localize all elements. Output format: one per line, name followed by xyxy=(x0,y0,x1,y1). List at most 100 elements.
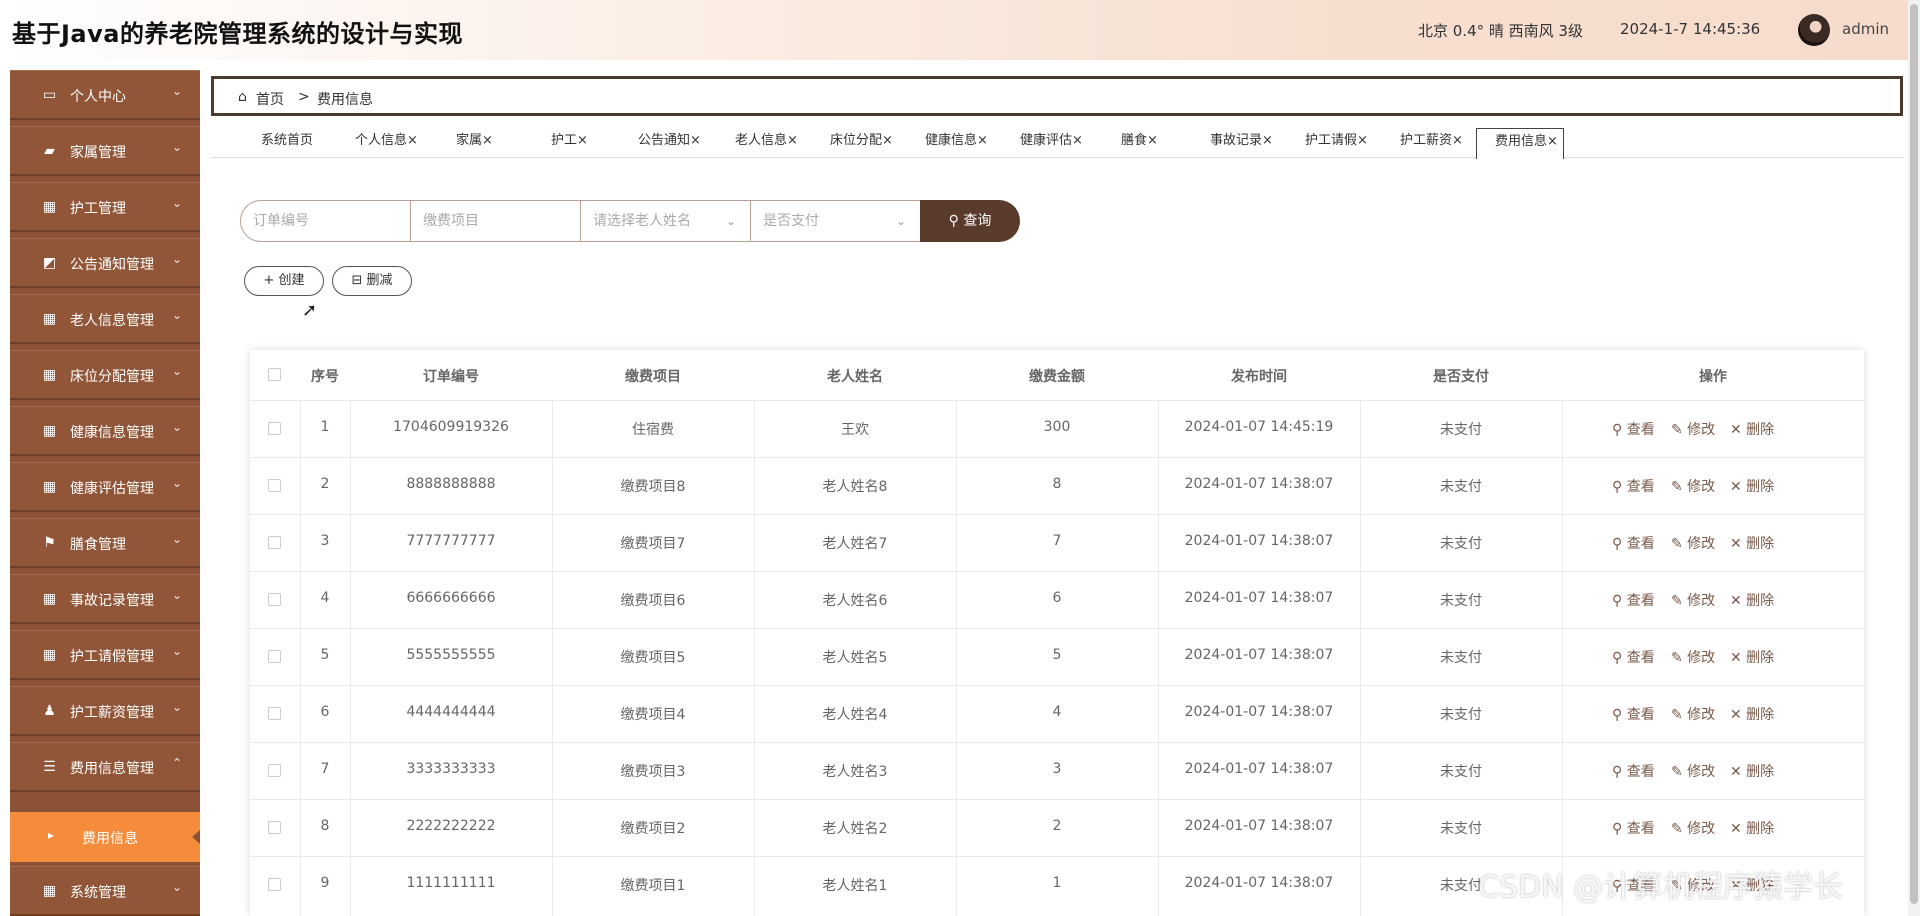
tab-health-assessment[interactable]: 健康评估× xyxy=(1020,128,1083,158)
user-name[interactable]: admin xyxy=(1842,20,1889,38)
elder-name-placeholder: 请选择老人姓名 xyxy=(593,213,691,229)
view-button[interactable]: ⚲ 查看 xyxy=(1612,704,1655,724)
sidebar-item-health-info[interactable]: ▦ 健康信息管理 ⌄ xyxy=(10,406,200,456)
chevron-down-icon: ⌄ xyxy=(725,214,736,228)
tab-personal-info[interactable]: 个人信息× xyxy=(355,128,418,158)
cell-elder-name: 王欢 xyxy=(841,422,869,438)
avatar[interactable] xyxy=(1798,14,1830,46)
edit-button[interactable]: ✎ 修改 xyxy=(1671,761,1715,781)
tab-home[interactable]: 系统首页 xyxy=(261,128,313,158)
tab-meals[interactable]: 膳食× xyxy=(1121,128,1158,158)
cell-payment-item: 缴费项目1 xyxy=(620,878,686,894)
cell-index: 5 xyxy=(320,647,330,663)
delete-button[interactable]: ✕ 删除 xyxy=(1730,590,1774,610)
tab-bed-allocation[interactable]: 床位分配× xyxy=(830,128,893,158)
edit-button[interactable]: ✎ 修改 xyxy=(1671,476,1715,496)
cell-order-number: 6666666666 xyxy=(406,590,496,606)
tab-family[interactable]: 家属× xyxy=(456,128,493,158)
delete-button[interactable]: ✕ 删除 xyxy=(1730,533,1774,553)
edit-button[interactable]: ✎ 修改 xyxy=(1671,647,1715,667)
row-checkbox[interactable] xyxy=(268,764,281,777)
sidebar-subitem-fee-info[interactable]: ▸ 费用信息 xyxy=(10,812,200,862)
delete-button[interactable]: ✕ 删除 xyxy=(1730,476,1774,496)
tab-caregiver-salary[interactable]: 护工薪资× xyxy=(1400,128,1463,158)
delete-button[interactable]: ✕ 删除 xyxy=(1730,704,1774,724)
delete-batch-button[interactable]: ⊟ 删减 xyxy=(332,266,412,296)
delete-button[interactable]: ✕ 删除 xyxy=(1730,818,1774,838)
sidebar-item-system[interactable]: ▦ 系统管理 ⌄ xyxy=(10,866,200,916)
view-button[interactable]: ⚲ 查看 xyxy=(1612,818,1655,838)
tab-health-info[interactable]: 健康信息× xyxy=(925,128,988,158)
sidebar-item-family[interactable]: ▰ 家属管理 ⌄ xyxy=(10,126,200,176)
cell-paid: 未支付 xyxy=(1440,821,1482,837)
sidebar-item-bed-allocation[interactable]: ▦ 床位分配管理 ⌄ xyxy=(10,350,200,400)
breadcrumb-home[interactable]: 首页 xyxy=(256,89,284,109)
sidebar-item-health-assessment[interactable]: ▦ 健康评估管理 ⌄ xyxy=(10,462,200,512)
cell-payment-item: 缴费项目2 xyxy=(620,821,686,837)
delete-button[interactable]: ✕ 删除 xyxy=(1730,647,1774,667)
view-button[interactable]: ⚲ 查看 xyxy=(1612,647,1655,667)
create-button[interactable]: + 创建 xyxy=(244,266,324,296)
fee-table: 序号 订单编号 缴费项目 老人姓名 缴费金额 发布时间 是否支付 操作 1 170… xyxy=(250,350,1864,916)
view-button[interactable]: ⚲ 查看 xyxy=(1612,419,1655,439)
select-all-checkbox[interactable] xyxy=(268,368,281,381)
page-scrollbar[interactable] xyxy=(1908,0,1920,916)
tab-caregiver-leave[interactable]: 护工请假× xyxy=(1305,128,1368,158)
watermark: CSDN @计算机程序猿学长 xyxy=(1478,870,1844,905)
sidebar-item-fee-management[interactable]: ☰ 费用信息管理 ⌃ xyxy=(10,742,200,792)
cell-order-number: 1704609919326 xyxy=(393,419,509,435)
cell-index: 3 xyxy=(320,533,330,549)
table-row: 6 4444444444 缴费项目4 老人姓名4 4 2024-01-07 14:38:0… xyxy=(250,685,1864,742)
sidebar-item-label: 系统管理 xyxy=(70,885,126,901)
cell-amount: 8 xyxy=(1052,476,1062,492)
cell-paid: 未支付 xyxy=(1440,764,1482,780)
row-checkbox[interactable] xyxy=(268,650,281,663)
chevron-down-icon: ⌄ xyxy=(172,880,183,894)
sidebar-item-personal-center[interactable]: ▭ 个人中心 ⌄ xyxy=(10,70,200,120)
row-checkbox[interactable] xyxy=(268,479,281,492)
scrollbar-thumb[interactable] xyxy=(1910,4,1918,904)
payment-item-input[interactable]: 缴费项目 xyxy=(410,200,581,242)
tab-announcements[interactable]: 公告通知× xyxy=(638,128,701,158)
view-button[interactable]: ⚲ 查看 xyxy=(1612,761,1655,781)
cell-index: 4 xyxy=(320,590,330,606)
view-button[interactable]: ⚲ 查看 xyxy=(1612,476,1655,496)
order-number-input[interactable]: 订单编号 xyxy=(240,200,411,242)
sidebar-item-announcements[interactable]: ◩ 公告通知管理 ⌄ xyxy=(10,238,200,288)
sidebar-item-caregiver[interactable]: ▦ 护工管理 ⌄ xyxy=(10,182,200,232)
cell-order-number: 7777777777 xyxy=(406,533,496,549)
home-icon[interactable]: ⌂ xyxy=(238,89,247,105)
edit-button[interactable]: ✎ 修改 xyxy=(1671,590,1715,610)
tab-caregiver[interactable]: 护工× xyxy=(551,128,588,158)
cell-elder-name: 老人姓名8 xyxy=(822,479,888,495)
row-checkbox[interactable] xyxy=(268,536,281,549)
paid-status-select[interactable]: 是否支付 ⌄ xyxy=(750,200,921,242)
cell-publish-time: 2024-01-07 14:38:07 xyxy=(1184,875,1334,891)
sidebar-item-incident-records[interactable]: ▦ 事故记录管理 ⌄ xyxy=(10,574,200,624)
tab-fee-info[interactable]: 费用信息× xyxy=(1476,128,1564,159)
cell-elder-name: 老人姓名3 xyxy=(822,764,888,780)
edit-button[interactable]: ✎ 修改 xyxy=(1671,818,1715,838)
row-checkbox[interactable] xyxy=(268,821,281,834)
row-checkbox[interactable] xyxy=(268,707,281,720)
tab-incident-records[interactable]: 事故记录× xyxy=(1210,128,1273,158)
cell-publish-time: 2024-01-07 14:38:07 xyxy=(1184,818,1334,834)
sidebar-item-meals[interactable]: ⚑ 膳食管理 ⌄ xyxy=(10,518,200,568)
edit-button[interactable]: ✎ 修改 xyxy=(1671,704,1715,724)
search-button[interactable]: ⚲ 查询 xyxy=(920,200,1020,242)
tab-elder-info[interactable]: 老人信息× xyxy=(735,128,798,158)
edit-button[interactable]: ✎ 修改 xyxy=(1671,419,1715,439)
view-button[interactable]: ⚲ 查看 xyxy=(1612,533,1655,553)
delete-button[interactable]: ✕ 删除 xyxy=(1730,419,1774,439)
row-checkbox[interactable] xyxy=(268,878,281,891)
search-button-label: 查询 xyxy=(963,213,992,229)
sidebar-item-elder-info[interactable]: ▦ 老人信息管理 ⌄ xyxy=(10,294,200,344)
view-button[interactable]: ⚲ 查看 xyxy=(1612,590,1655,610)
delete-button[interactable]: ✕ 删除 xyxy=(1730,761,1774,781)
sidebar-item-caregiver-salary[interactable]: ♟ 护工薪资管理 ⌄ xyxy=(10,686,200,736)
row-checkbox[interactable] xyxy=(268,593,281,606)
sidebar-item-caregiver-leave[interactable]: ▦ 护工请假管理 ⌄ xyxy=(10,630,200,680)
edit-button[interactable]: ✎ 修改 xyxy=(1671,533,1715,553)
row-checkbox[interactable] xyxy=(268,422,281,435)
elder-name-select[interactable]: 请选择老人姓名 ⌄ xyxy=(580,200,751,242)
